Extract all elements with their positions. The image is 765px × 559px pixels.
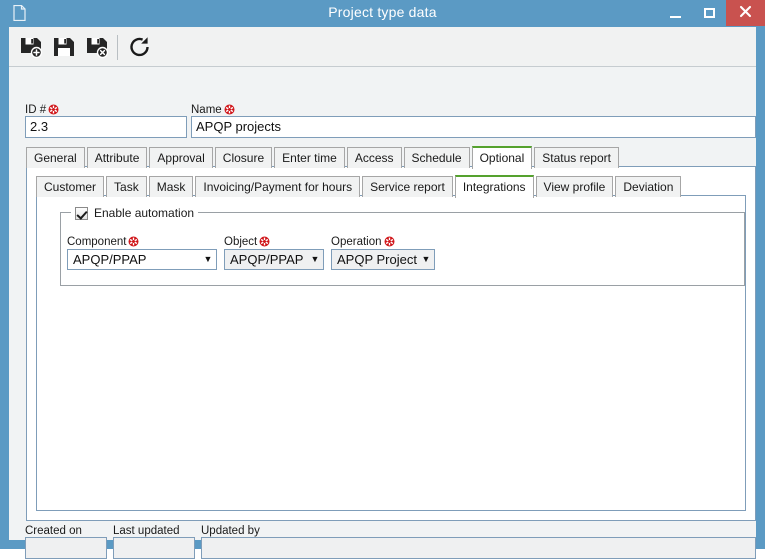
tab-enter-time[interactable]: Enter time [274,147,345,168]
subtab-task[interactable]: Task [106,176,147,197]
minimize-button[interactable] [658,0,692,26]
tab-optional[interactable]: Optional [471,146,533,169]
required-marker-icon [259,236,270,247]
required-marker-icon [224,104,235,115]
id-field-label: ID # [25,104,59,116]
component-label: Component [67,236,139,248]
application-window: Project type data ID # 2.3 Name APQP pro… [0,0,765,559]
subtab-invoicing-payment-for-hours[interactable]: Invoicing/Payment for hours [195,176,361,197]
tab-general[interactable]: General [26,147,85,168]
checkbox-checked-icon [75,206,88,220]
group-border-bottom [60,285,745,286]
object-label: Object [224,236,270,248]
refresh-button[interactable] [126,33,154,61]
tab-approval[interactable]: Approval [149,147,213,168]
required-marker-icon [384,236,395,247]
required-marker-icon [48,104,59,115]
subtab-customer[interactable]: Customer [36,176,105,197]
last-updated-input [113,537,195,559]
floppy-disk-icon [54,38,74,56]
component-value: APQP/PPAP [73,252,147,267]
id-input[interactable]: 2.3 [25,116,187,138]
maximize-button[interactable] [692,0,726,26]
toolbar-separator [117,35,118,60]
created-on-input [25,537,107,559]
enable-automation-checkbox[interactable]: Enable automation [73,205,199,221]
required-marker-icon [128,236,139,247]
title-bar: Project type data [0,0,765,26]
subtab-view-profile[interactable]: View profile [535,176,614,197]
group-border-right [744,212,745,286]
group-border-left [60,212,61,286]
subtab-mask[interactable]: Mask [148,176,194,197]
subtab-integrations[interactable]: Integrations [454,175,534,198]
group-border-top-left [60,212,71,213]
save-delete-button[interactable] [83,33,111,61]
component-dropdown[interactable]: APQP/PPAP ▼ [67,249,217,270]
sub-tab-strip: Customer Task Mask Invoicing/Payment for ho… [36,175,683,198]
name-input[interactable]: APQP projects [191,116,756,138]
save-button[interactable] [50,33,78,61]
floppy-disk-plus-icon [21,38,43,59]
updated-by-label: Updated by [201,525,260,537]
chevron-down-icon: ▼ [310,254,320,264]
window-title: Project type data [328,4,437,20]
subtab-deviation[interactable]: Deviation [615,176,682,197]
tab-attribute[interactable]: Attribute [86,147,148,168]
tab-closure[interactable]: Closure [214,147,273,168]
minimize-icon [669,16,681,18]
subtab-service-report[interactable]: Service report [362,176,453,197]
object-dropdown[interactable]: APQP/PPAP ▼ [224,249,324,270]
tab-access[interactable]: Access [346,147,402,168]
maximize-icon [703,8,715,18]
save-new-button[interactable] [17,33,45,61]
last-updated-label: Last updated [113,525,180,537]
operation-value: APQP Project [337,252,417,267]
name-field-label: Name [191,104,235,116]
close-icon [739,5,752,21]
toolbar [9,27,756,67]
main-tab-strip: General Attribute Approval Closure Enter tim… [26,146,621,169]
tab-status-report[interactable]: Status report [534,147,619,168]
operation-dropdown[interactable]: APQP Project ▼ [331,249,435,270]
enable-automation-label: Enable automation [94,206,195,220]
operation-label: Operation [331,236,395,248]
chevron-down-icon: ▼ [421,254,431,264]
client-area: ID # 2.3 Name APQP projects General Attr… [8,26,757,559]
refresh-icon [130,37,149,57]
group-border-top-right [187,212,745,213]
updated-by-input [201,537,756,559]
object-value: APQP/PPAP [230,252,304,267]
created-on-label: Created on [25,525,82,537]
floppy-disk-delete-icon [87,38,109,59]
close-button[interactable] [726,0,765,26]
tab-schedule[interactable]: Schedule [403,147,470,168]
chevron-down-icon: ▼ [203,254,213,264]
